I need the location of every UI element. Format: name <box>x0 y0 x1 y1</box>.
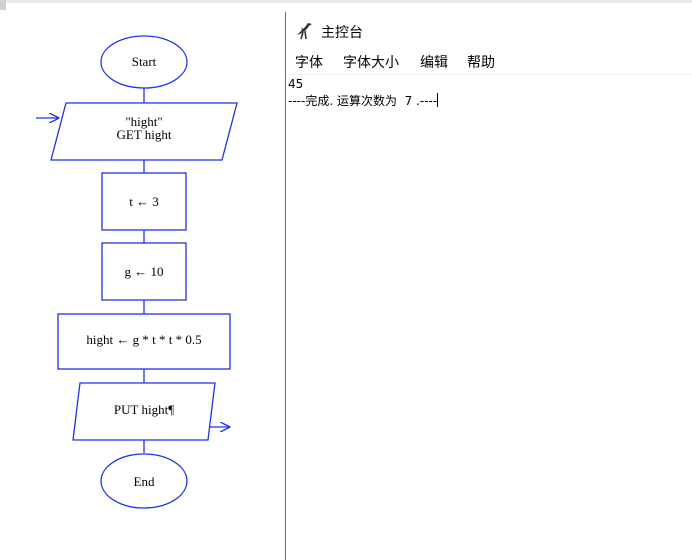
flowchart-canvas: Start "hight" GET hight t ← 3 g ← 10 hig… <box>36 35 238 509</box>
assign-hight-label: hight ← g * t * t * 0.5 <box>86 332 201 347</box>
output-line-2: ----完成. 运算次数为 7 .---- <box>288 94 438 108</box>
menu-help[interactable]: 帮助 <box>467 52 495 72</box>
end-label: End <box>134 474 155 489</box>
menu-font-size[interactable]: 字体大小 <box>343 52 399 72</box>
start-label: Start <box>132 54 157 69</box>
raptor-icon <box>297 23 312 40</box>
output-stmt-label: PUT hight¶ <box>114 402 174 417</box>
output-line-1: 45 <box>288 77 304 91</box>
menu-bar: 字体 字体大小 编辑 帮助 <box>286 50 692 75</box>
text-caret <box>437 93 439 107</box>
console-titlebar: 主控台 <box>286 12 692 50</box>
menu-font[interactable]: 字体 <box>295 52 323 72</box>
assign-g-label: g ← 10 <box>125 264 164 279</box>
console-title: 主控台 <box>321 25 363 41</box>
menu-edit[interactable]: 编辑 <box>420 52 448 72</box>
console-window: 主控台 字体 字体大小 编辑 帮助 45 ----完成. 运算次数为 7 .---… <box>285 12 692 560</box>
assign-t-label: t ← 3 <box>129 194 159 209</box>
console-output[interactable]: 45 ----完成. 运算次数为 7 .---- <box>288 76 439 110</box>
input-stmt-label: GET hight <box>116 127 171 142</box>
